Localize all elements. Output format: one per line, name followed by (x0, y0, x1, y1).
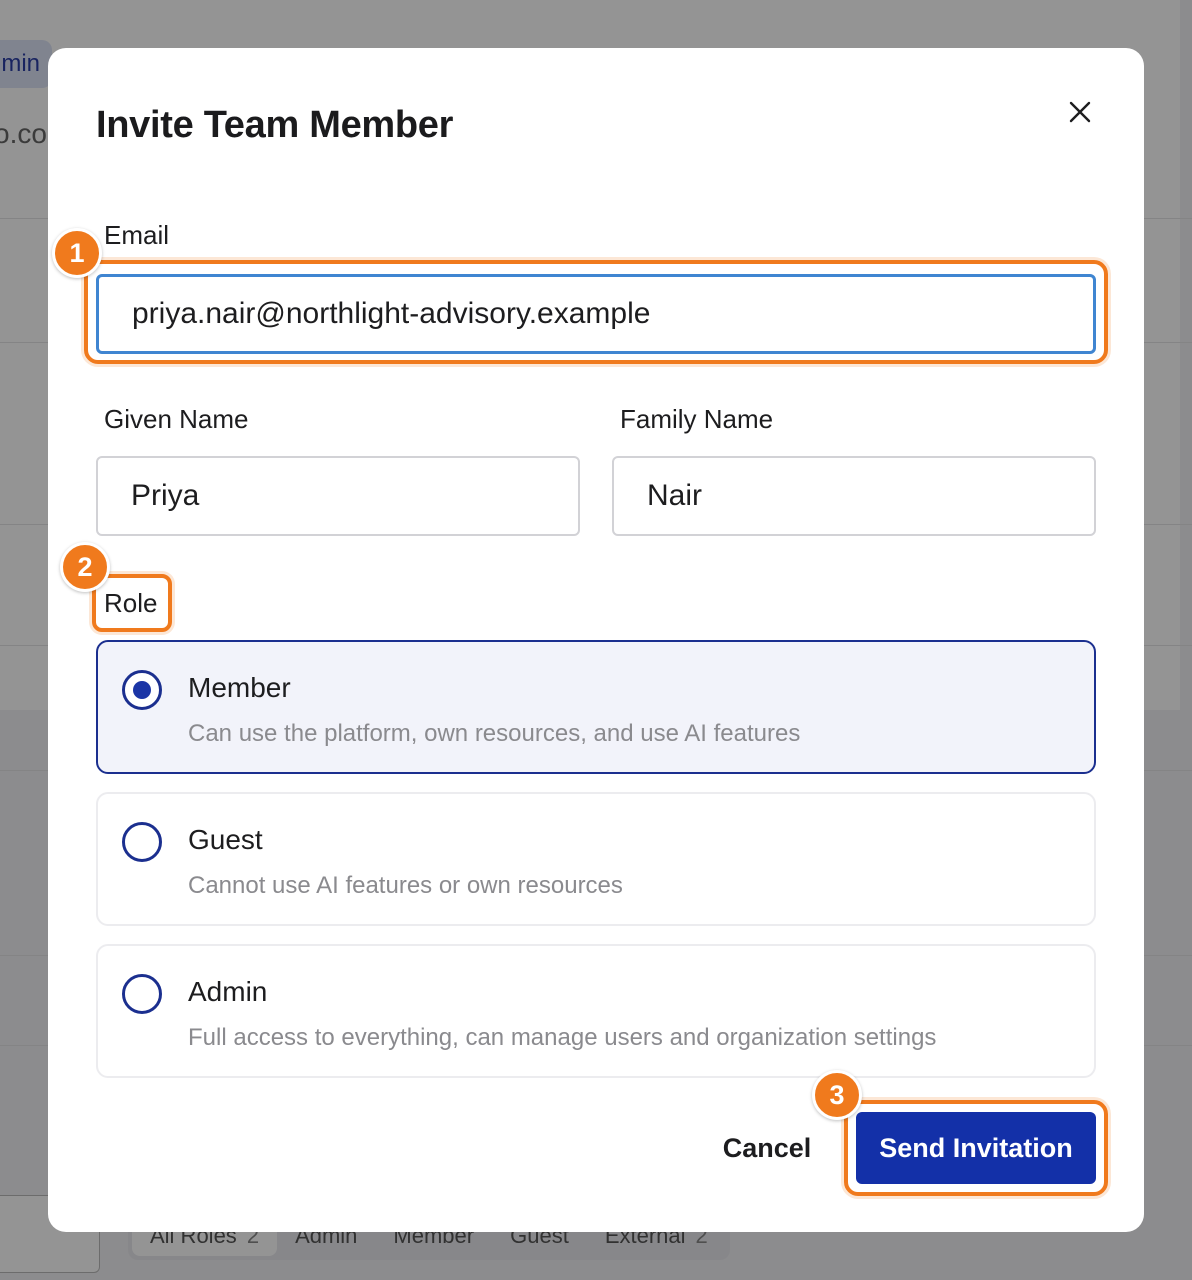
role-option-admin[interactable]: Admin Full access to everything, can man… (96, 944, 1096, 1078)
role-option-name: Member (188, 672, 291, 703)
family-name-field[interactable] (612, 456, 1096, 536)
role-label: Role (104, 588, 158, 618)
radio-button[interactable] (122, 822, 162, 862)
cancel-button[interactable]: Cancel (704, 1110, 830, 1186)
annotation-marker: 1 (52, 228, 102, 278)
dialog-title: Invite Team Member (96, 104, 454, 146)
email-field[interactable] (96, 274, 1096, 354)
radio-button-selected[interactable] (122, 670, 162, 710)
given-name-field[interactable] (96, 456, 580, 536)
family-name-label: Family Name (620, 404, 774, 434)
role-option-name: Admin (188, 976, 268, 1007)
close-icon (1069, 101, 1091, 123)
given-name-label: Given Name (104, 404, 249, 434)
role-option-name: Guest (188, 824, 263, 855)
invite-member-dialog: Invite Team Member Email 1 Given Name Fa… (48, 48, 1144, 1232)
annotation-marker: 3 (812, 1070, 862, 1120)
role-option-member[interactable]: Member Can use the platform, own resourc… (96, 640, 1096, 774)
role-option-description: Full access to everything, can manage us… (188, 1024, 937, 1051)
close-button[interactable] (1060, 92, 1100, 132)
annotation-marker: 2 (60, 542, 110, 592)
role-option-guest[interactable]: Guest Cannot use AI features or own reso… (96, 792, 1096, 926)
send-invitation-button[interactable]: Send Invitation (856, 1112, 1096, 1184)
email-label: Email (104, 220, 170, 250)
role-option-description: Can use the platform, own resources, and… (188, 720, 801, 747)
role-option-description: Cannot use AI features or own resources (188, 872, 623, 899)
radio-button[interactable] (122, 974, 162, 1014)
